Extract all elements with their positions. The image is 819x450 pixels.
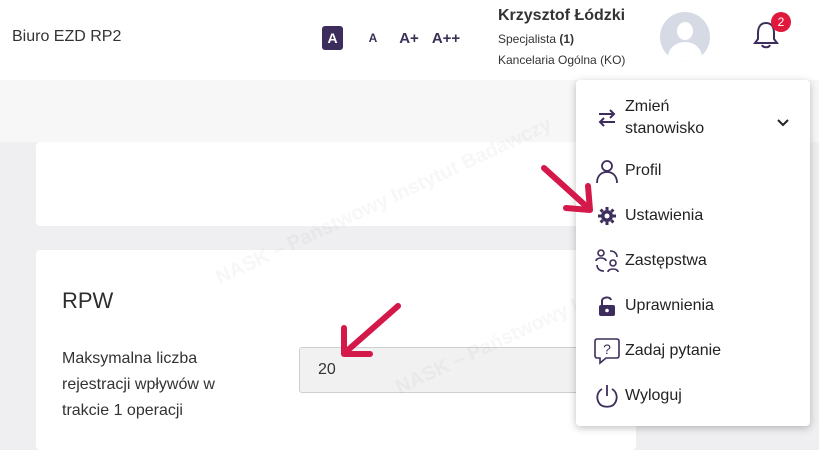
power-icon	[594, 383, 620, 409]
menu-item-label: Zadaj pytanie	[625, 342, 722, 359]
user-role-count: (1)	[559, 32, 575, 46]
menu-item-substitutions[interactable]: Zastępstwa	[576, 241, 810, 281]
svg-text:?: ?	[603, 341, 611, 357]
menu-item-ask-question[interactable]: ? Zadaj pytanie	[576, 331, 810, 371]
menu-item-profile[interactable]: Profil	[576, 151, 810, 191]
annotation-arrow-input	[341, 303, 401, 357]
font-size-large-button[interactable]: A+	[396, 26, 422, 50]
font-size-xlarge-button[interactable]: A++	[430, 26, 462, 50]
rpw-max-registrations-label: Maksymalna liczba rejestracji wpływów w …	[62, 350, 215, 419]
menu-item-label: Uprawnienia	[625, 297, 714, 314]
unlock-icon	[594, 293, 620, 319]
user-name: Krzysztof Łódzki	[498, 7, 626, 24]
swap-arrows-icon	[594, 105, 620, 131]
menu-item-label: Zmień stanowisko	[625, 98, 705, 137]
rpw-section-title: RPW	[62, 288, 114, 313]
user-role: Specjalista (1)	[498, 32, 574, 46]
chevron-down-icon[interactable]	[776, 116, 790, 130]
font-size-normal-button[interactable]: A	[322, 26, 343, 50]
substitution-icon	[594, 248, 620, 274]
menu-item-label: Ustawienia	[625, 207, 704, 224]
user-role-name: Specjalista	[498, 32, 557, 46]
menu-item-change-position[interactable]: Zmień stanowisko	[576, 90, 810, 146]
top-bar: Biuro EZD RP2 A A A+ A++ Krzysztof Łódzk…	[0, 0, 819, 80]
menu-item-label: Zastępstwa	[625, 252, 707, 269]
avatar-head	[677, 22, 693, 40]
app-title: Biuro EZD RP2	[12, 28, 122, 45]
menu-item-settings[interactable]: Ustawienia	[576, 196, 810, 236]
menu-item-logout[interactable]: Wyloguj	[576, 376, 810, 416]
avatar[interactable]	[660, 12, 710, 62]
question-icon: ?	[594, 338, 620, 365]
font-size-small-button[interactable]: A	[364, 26, 382, 50]
avatar-body	[668, 42, 702, 62]
notification-badge: 2	[771, 12, 791, 32]
annotation-arrow-settings	[541, 165, 593, 213]
user-department: Kancelaria Ogólna (KO)	[498, 53, 626, 67]
menu-item-label: Wyloguj	[625, 387, 682, 404]
menu-item-label: Profil	[625, 162, 662, 179]
user-menu: Zmień stanowisko Profil Ustawienia Zastę…	[576, 80, 810, 426]
menu-item-permissions[interactable]: Uprawnienia	[576, 286, 810, 326]
